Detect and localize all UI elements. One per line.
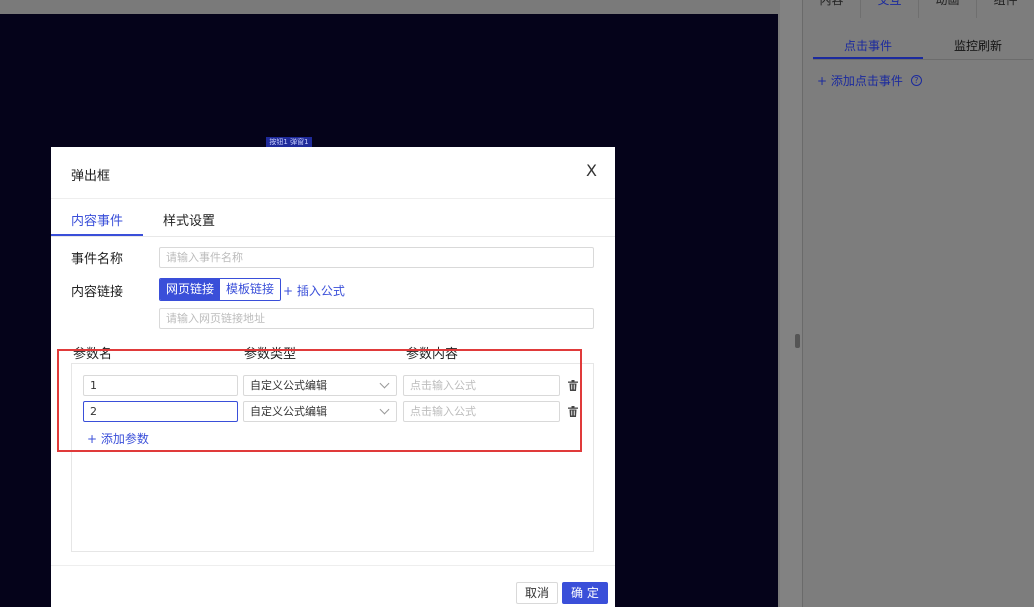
subtab-monitor-refresh[interactable]: 监控刷新	[923, 34, 1033, 59]
param-type-select[interactable]: 自定义公式编辑	[243, 401, 397, 422]
popup-dialog: 弹出框 X 内容事件 样式设置 事件名称 请输入事件名称 内容链接 网页链接 模…	[51, 147, 615, 607]
subtab-click-event[interactable]: 点击事件	[813, 34, 923, 59]
help-icon[interactable]: ?	[910, 75, 922, 86]
param-type-header: 参数类型	[244, 347, 297, 362]
property-tabs: 内容 交互 动画 组件	[803, 0, 1034, 18]
event-name-label: 事件名称	[71, 252, 124, 267]
link-type-toggle: 网页链接 模板链接	[159, 278, 282, 301]
add-click-event-link[interactable]: + 添加点击事件 ?	[817, 72, 922, 89]
tab-content-event[interactable]: 内容事件	[71, 210, 123, 229]
dialog-tabs: 内容事件 样式设置	[51, 199, 615, 237]
param-type-select[interactable]: 自定义公式编辑	[243, 375, 397, 396]
confirm-button[interactable]: 确 定	[562, 582, 608, 604]
chevron-down-icon	[379, 378, 390, 389]
url-input[interactable]: 请输入网页链接地址	[159, 308, 594, 329]
event-name-input[interactable]: 请输入事件名称	[159, 247, 594, 268]
resize-handle[interactable]	[795, 334, 800, 348]
add-param-link[interactable]: + 添加参数	[87, 430, 149, 447]
tab-style-settings[interactable]: 样式设置	[163, 210, 215, 229]
param-content-input[interactable]: 点击输入公式	[403, 375, 560, 396]
param-content-header: 参数内容	[406, 347, 459, 362]
param-type-value: 自定义公式编辑	[250, 379, 327, 392]
tab-animation[interactable]: 动画	[919, 0, 977, 18]
panel-gutter	[780, 0, 802, 607]
web-link-button[interactable]: 网页链接	[160, 279, 221, 300]
param-name-header: 参数名	[73, 347, 113, 362]
tab-component[interactable]: 组件	[977, 0, 1034, 18]
insert-formula-link[interactable]: + 插入公式	[283, 282, 345, 299]
trash-icon[interactable]	[568, 380, 578, 391]
content-link-label: 内容链接	[71, 285, 124, 300]
property-panel: 内容 交互 动画 组件 点击事件 监控刷新 + 添加点击事件 ?	[802, 0, 1034, 607]
add-click-event-label: + 添加点击事件	[817, 74, 903, 88]
param-type-value: 自定义公式编辑	[250, 405, 327, 418]
tab-interaction[interactable]: 交互	[861, 0, 919, 18]
chevron-down-icon	[379, 404, 390, 415]
param-name-input[interactable]: 1	[83, 375, 238, 396]
trash-icon[interactable]	[568, 406, 578, 417]
template-link-button[interactable]: 模板链接	[220, 279, 281, 300]
active-tab-indicator	[51, 234, 143, 236]
cancel-button[interactable]: 取消	[516, 582, 559, 604]
dialog-header: 弹出框 X	[51, 147, 615, 199]
param-name-input[interactable]: 2	[83, 401, 238, 422]
param-content-input[interactable]: 点击输入公式	[403, 401, 560, 422]
interaction-subtabs: 点击事件 监控刷新	[813, 34, 1033, 60]
dialog-footer: 取消 确 定	[51, 565, 615, 607]
close-icon[interactable]: X	[586, 162, 597, 180]
tab-content[interactable]: 内容	[803, 0, 861, 18]
dialog-title: 弹出框	[71, 169, 111, 184]
